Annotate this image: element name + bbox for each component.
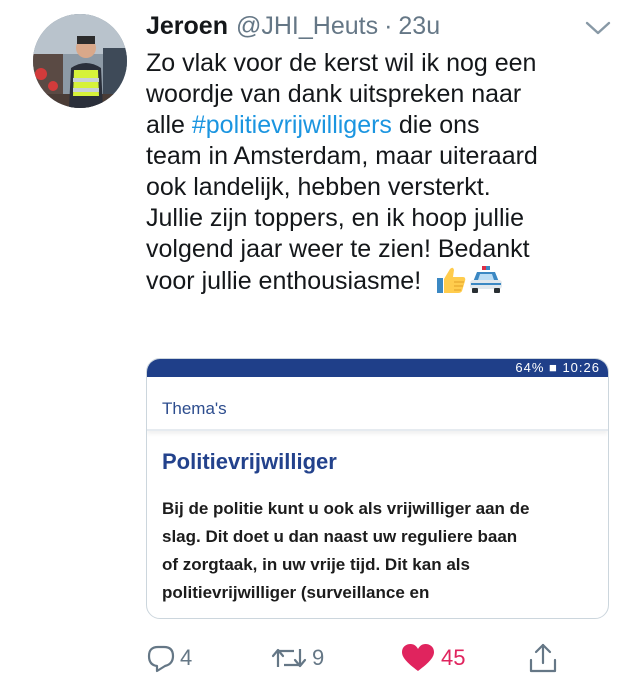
tweet-text-line: alle #politievrijwilligers die ons (146, 110, 616, 141)
timestamp[interactable]: 23u (398, 12, 440, 41)
chevron-down-icon[interactable] (583, 18, 613, 38)
card-body-line: of zorgtaak, in uw vrije tijd. Dit kan a… (162, 555, 470, 574)
avatar-photo (33, 14, 127, 108)
tweet-text-fragment: voor jullie enthousiasme! (146, 267, 429, 295)
tweet-text-line: ook landelijk, hebben versterkt. (146, 173, 491, 201)
reply-button[interactable]: 4 (146, 638, 192, 678)
card-body-line: Bij de politie kunt u ook als vrijwillig… (162, 499, 530, 518)
tweet-text: Zo vlak voor de kerst wil ik nog een woo… (146, 48, 616, 303)
header-separator: · (384, 11, 393, 40)
tweet-text-line: voor jullie enthousiasme! (146, 265, 616, 303)
author-name[interactable]: Jeroen (146, 12, 228, 41)
author-handle[interactable]: @JHI_Heuts (236, 12, 378, 41)
card-status-text: 64% ■ 10:26 (515, 360, 600, 375)
tweet-text-fragment: alle (146, 111, 192, 139)
retweet-count: 9 (312, 645, 325, 670)
avatar[interactable] (33, 14, 127, 108)
like-button[interactable]: 45 (401, 638, 465, 678)
tweet-text-line: woordje van dank uitspreken naar (146, 80, 522, 108)
retweet-button[interactable]: 9 (270, 638, 324, 678)
tweet-actions: 4 9 45 (0, 638, 640, 678)
tweet-text-line: team in Amsterdam, maar uiteraard (146, 142, 538, 170)
card-status-bar: 64% ■ 10:26 (147, 359, 608, 377)
card-section-header: Thema's (147, 377, 608, 431)
card-body-line: politievrijwilliger (surveillance en (162, 583, 430, 602)
reply-count: 4 (180, 645, 193, 670)
share-icon (529, 643, 557, 673)
tweet-text-line: volgend jaar weer te zien! Bedankt (146, 235, 530, 263)
like-count: 45 (441, 645, 466, 670)
emoji-group (434, 265, 504, 303)
card-title: Politievrijwilliger (162, 449, 337, 474)
reply-icon (147, 645, 175, 673)
tweet-text-line: Zo vlak voor de kerst wil ik nog een (146, 49, 537, 77)
card-body: Bij de politie kunt u ook als vrijwillig… (162, 495, 602, 607)
thumbs-up-emoji (437, 267, 466, 293)
tweet-text-line: Jullie zijn toppers, en ik hoop jullie (146, 204, 524, 232)
retweet-icon (271, 648, 307, 668)
heart-icon (402, 644, 434, 671)
tweet-text-fragment: die ons (391, 111, 480, 139)
hashtag-link[interactable]: #politievrijwilligers (192, 111, 392, 139)
share-button[interactable] (528, 638, 558, 678)
link-card[interactable]: 64% ■ 10:26 Thema's Politievrijwilliger … (146, 358, 609, 619)
card-section-label: Thema's (162, 399, 227, 418)
tweet-header: Jeroen @JHI_Heuts · 23u (146, 8, 440, 44)
police-car-emoji (470, 266, 503, 293)
card-body-line: slag. Dit doet u dan naast uw reguliere … (162, 527, 518, 546)
